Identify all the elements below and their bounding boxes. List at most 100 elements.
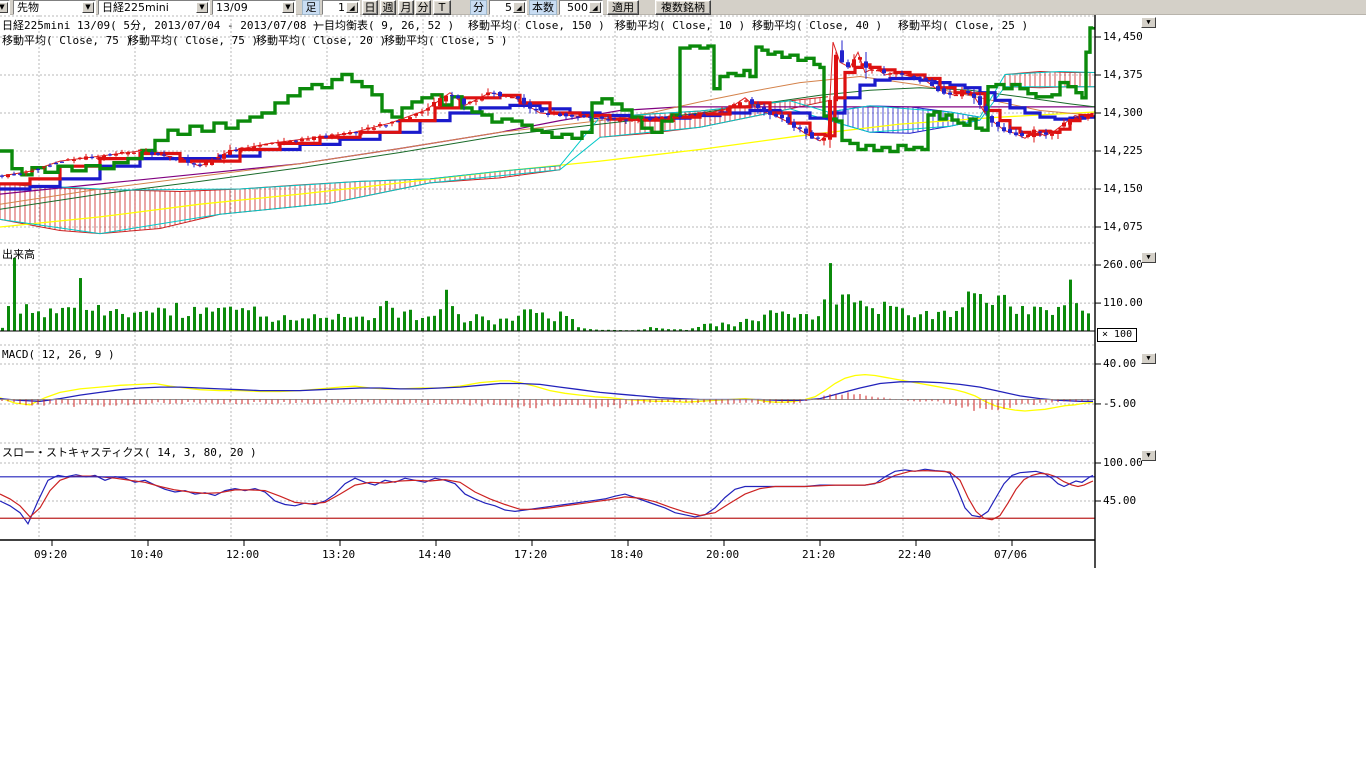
chevron-down-icon[interactable]: ▼ xyxy=(282,2,294,13)
candle xyxy=(726,108,730,112)
y-axis-label: 14,225 xyxy=(1103,144,1143,157)
candle xyxy=(906,74,910,75)
candle xyxy=(918,79,922,81)
candle xyxy=(318,136,322,138)
candle xyxy=(546,113,550,115)
candle xyxy=(1020,133,1024,136)
candle xyxy=(150,152,154,155)
candle xyxy=(276,142,280,143)
volume-bar xyxy=(379,306,382,331)
candle xyxy=(750,99,754,104)
period-day-button[interactable]: 日 xyxy=(362,0,378,15)
candle xyxy=(768,111,772,115)
volume-bar xyxy=(265,316,268,331)
y-axis-label: 14,450 xyxy=(1103,30,1143,43)
volume-bar xyxy=(529,309,532,331)
legend-indicator: 日経225mini 13/09( 5分, 2013/07/04 - 2013/0… xyxy=(2,17,320,33)
candle xyxy=(330,134,334,137)
volume-bar xyxy=(37,311,40,331)
period-minute-button[interactable]: 分 xyxy=(415,0,431,15)
candle xyxy=(384,125,388,126)
chart-canvas[interactable] xyxy=(0,15,1366,768)
period-tick-button[interactable]: Ｔ xyxy=(433,0,451,15)
pane-collapse-button[interactable]: ▼ xyxy=(1141,353,1156,364)
candle xyxy=(294,141,298,142)
spinner-icon[interactable]: ◢ xyxy=(589,2,601,13)
chevron-down-icon[interactable]: ▼ xyxy=(82,2,94,13)
y-axis-label: 40.00 xyxy=(1103,357,1136,370)
candle xyxy=(228,150,232,155)
candle xyxy=(36,169,40,170)
candle xyxy=(348,132,352,134)
legend-indicator: 移動平均( Close, 40 ) xyxy=(752,17,882,33)
candle xyxy=(846,62,850,67)
legend-indicator: 移動平均( Close, 75 ) xyxy=(2,32,132,48)
candle xyxy=(1038,132,1042,133)
toolbar: ▼ 先物 ▼ 日経225mini ▼ 13/09 ▼ 足 1 ◢ 日 週 月 分… xyxy=(0,0,1366,15)
volume-bar xyxy=(31,313,34,331)
volume-bar xyxy=(1081,311,1084,331)
minute-stepper[interactable]: 5 ◢ xyxy=(489,0,527,15)
category-select[interactable]: 先物 ▼ xyxy=(13,0,96,15)
volume-bar xyxy=(355,317,358,331)
volume-bar xyxy=(505,318,508,331)
volume-bar xyxy=(733,326,736,331)
candle xyxy=(288,141,292,143)
volume-bar xyxy=(427,317,430,331)
candle xyxy=(534,109,538,110)
volume-bar xyxy=(475,314,478,331)
pane-collapse-button[interactable]: ▼ xyxy=(1141,17,1156,28)
volume-bar xyxy=(187,316,190,331)
volume-bar xyxy=(451,306,454,331)
spinner-icon[interactable]: ◢ xyxy=(513,2,525,13)
partial-combo[interactable]: ▼ xyxy=(0,0,10,15)
volume-bar xyxy=(271,322,274,331)
count-stepper[interactable]: 500 ◢ xyxy=(559,0,603,15)
volume-bar xyxy=(973,293,976,331)
volume-bar xyxy=(865,306,868,331)
bar-count-stepper[interactable]: 1 ◢ xyxy=(322,0,360,15)
candle xyxy=(42,167,46,168)
candle xyxy=(420,112,424,113)
symbol-select[interactable]: 日経225mini ▼ xyxy=(98,0,210,15)
candle xyxy=(504,95,508,97)
volume-bar xyxy=(103,315,106,331)
candle xyxy=(510,97,514,98)
volume-bar xyxy=(55,313,58,331)
volume-bar xyxy=(127,317,130,331)
candle xyxy=(300,138,304,141)
candle xyxy=(948,92,952,94)
candle xyxy=(684,117,688,118)
volume-bar xyxy=(67,307,70,331)
contract-select[interactable]: 13/09 ▼ xyxy=(212,0,296,15)
x-axis-label: 13:20 xyxy=(322,548,355,561)
candle xyxy=(390,122,394,124)
pane-collapse-button[interactable]: ▼ xyxy=(1141,450,1156,461)
candle xyxy=(624,119,628,120)
candle xyxy=(312,136,316,139)
volume-bar xyxy=(895,307,898,331)
multi-symbol-button[interactable]: 複数銘柄 xyxy=(655,0,711,15)
pane-title: スロー・ストキャスティクス( 14, 3, 80, 20 ) xyxy=(2,444,257,460)
volume-bar xyxy=(961,307,964,331)
category-value: 先物 xyxy=(17,1,81,15)
volume-bar xyxy=(913,317,916,331)
pane-collapse-button[interactable]: ▼ xyxy=(1141,252,1156,263)
candle xyxy=(336,135,340,136)
candle xyxy=(396,121,400,122)
chevron-down-icon[interactable]: ▼ xyxy=(196,2,208,13)
period-week-button[interactable]: 週 xyxy=(380,0,396,15)
volume-bar xyxy=(439,309,442,331)
y-axis-label: 14,375 xyxy=(1103,68,1143,81)
spinner-icon[interactable]: ◢ xyxy=(346,2,358,13)
volume-bar xyxy=(469,321,472,331)
x-axis-label: 22:40 xyxy=(898,548,931,561)
volume-bar xyxy=(115,309,118,331)
y-axis-label: 100.00 xyxy=(1103,456,1143,469)
volume-bar xyxy=(757,321,760,331)
chevron-down-icon[interactable]: ▼ xyxy=(0,2,8,13)
candle xyxy=(432,102,436,107)
apply-button[interactable]: 適用 xyxy=(607,0,639,15)
candle xyxy=(714,113,718,114)
period-month-button[interactable]: 月 xyxy=(398,0,414,15)
